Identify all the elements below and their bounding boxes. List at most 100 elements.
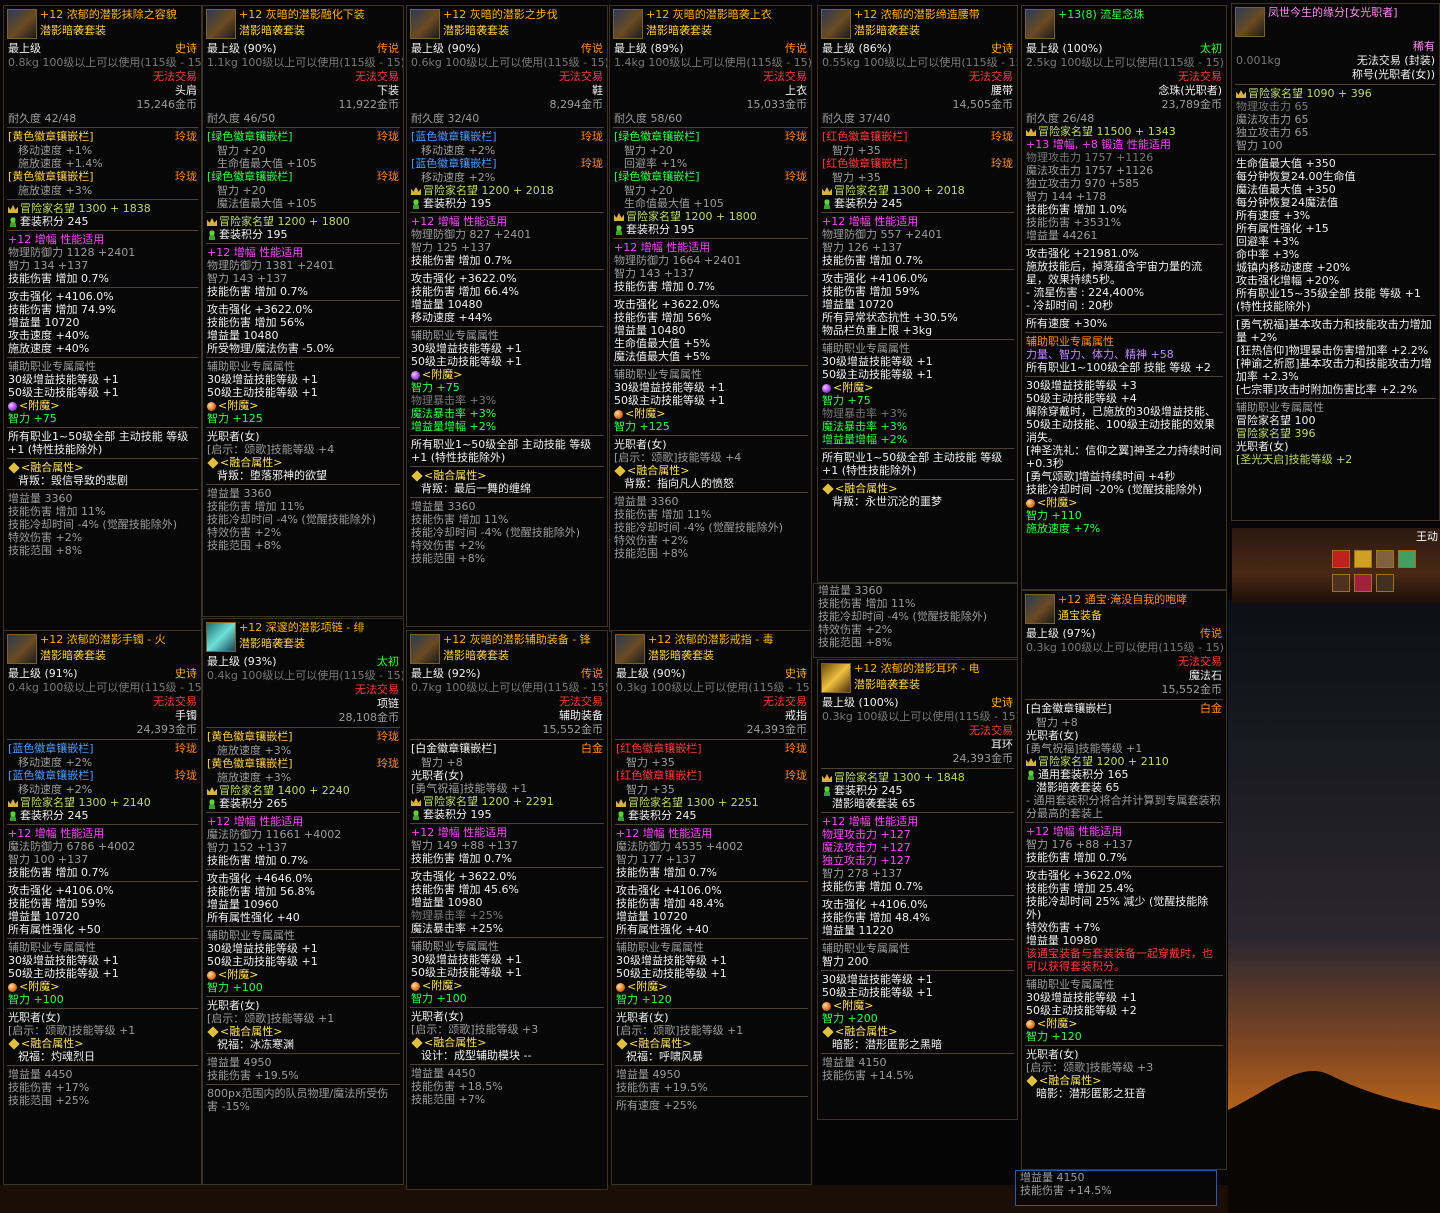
stat-line: 技能伤害 增加 48.4% — [818, 911, 1017, 924]
fusion-label: <融合属性> — [407, 469, 607, 482]
item-name: +12 浓郁的潜影缔造腰带 — [854, 8, 980, 21]
line-text: 攻击强化 +21981.0% — [1026, 247, 1139, 260]
stat-line: 50级主动技能等级 +1 — [4, 967, 201, 980]
stat-line: 独立攻击力 +127 — [818, 854, 1017, 867]
quick-slot-item[interactable] — [1354, 550, 1372, 568]
class-label: 光职者(女) — [1022, 729, 1226, 742]
line-text: 智力 +100 — [8, 993, 64, 1006]
stat-line: 攻击速度 +40% — [4, 329, 201, 342]
line-text: +12 增幅 性能适用 — [207, 246, 304, 259]
socket-stat: 智力 +20 — [610, 184, 811, 197]
stat-line: 攻击强化增幅 +20% — [1232, 274, 1439, 287]
quick-slot-bar: 王动 — [1232, 528, 1440, 604]
line-text: 耐久度 32/40 — [411, 112, 480, 125]
quick-slot-item[interactable] — [1376, 550, 1394, 568]
line-text: 物理暴击率 +3% — [822, 407, 908, 420]
crown-icon — [207, 787, 217, 795]
separator — [821, 1053, 1014, 1054]
stat-line: 解除穿戴时，已施放的30级增益技能、50级主动技能、100级主动技能的效果消失。 — [1022, 405, 1226, 444]
quick-slot-item[interactable] — [1332, 550, 1350, 568]
line-text: <附魔> — [218, 399, 259, 412]
stat-line: 智力 125 +137 — [407, 241, 607, 254]
price-label: 8,294金币 — [407, 98, 607, 112]
socket-stat: 智力 +20 — [203, 184, 403, 197]
line-text: 智力 278 +137 — [822, 867, 903, 880]
line-text: 增益量增幅 +2% — [411, 420, 497, 433]
line-text: 该通宝装备与套装装备一起穿戴时，也可以获得套装积分。 — [1026, 947, 1213, 973]
line-text: 施放速度 +40% — [8, 342, 90, 355]
line-text: 施放速度 +1.4% — [18, 157, 103, 170]
separator — [7, 127, 198, 128]
grade-row: 最上级 (100%) 太初 — [1022, 42, 1226, 56]
line-text: 智力 +100 — [207, 981, 263, 994]
stat-line: 物理防御力 1664 +2401 — [610, 254, 811, 267]
line-text: 50级主动技能等级 +1 — [616, 967, 727, 980]
socket-row: [白金徽章镶嵌栏] 白金 — [1022, 702, 1226, 716]
section-title: 辅助职业专属属性 — [818, 342, 1017, 355]
separator — [206, 127, 400, 128]
quick-slot-item[interactable] — [1376, 574, 1394, 592]
quick-slot-item[interactable] — [1354, 574, 1372, 592]
line-text: 智力 149 +88 +137 — [411, 839, 518, 852]
line-text: 所有职业15~35级全部 技能 等级 +1 (特性技能除外) — [1236, 287, 1421, 313]
stat-line: 智力 134 +137 — [4, 259, 201, 272]
untradable-label: 无法交易 — [4, 70, 201, 84]
separator — [1025, 244, 1223, 245]
socket-row: [黄色徽章镶嵌栏] 玲珑 — [203, 757, 403, 771]
separator — [615, 824, 808, 825]
line-text: 光职者(女) — [1026, 729, 1079, 742]
amplify-label: +12 增幅 性能适用 — [407, 826, 607, 839]
stat-line: 50级主动技能等级 +1 — [407, 966, 607, 979]
set-points-label: 套装积分 265 — [203, 797, 403, 810]
line-text: 背叛：永世沉沦的噩梦 — [832, 495, 942, 508]
orange-orb-icon — [411, 981, 420, 991]
quick-slot-item[interactable] — [1398, 550, 1416, 568]
people-icon — [822, 786, 832, 796]
line-text: 生命值最大值 +105 — [624, 197, 724, 210]
row-label: 最上级 (100%) — [1026, 42, 1103, 55]
line-text: 套装积分 245 — [834, 197, 903, 210]
line-text: 所有属性强化 +40 — [207, 911, 300, 924]
stat-line: 技能冷却时间 -4% (觉醒技能除外) — [814, 610, 1017, 623]
socket-stat: 回避率 +1% — [610, 157, 811, 170]
item-name: +12 浓郁的潜影耳环 - 电 — [854, 662, 980, 675]
stat-line: 增益量 10720 — [4, 910, 201, 923]
row-label: [蓝色徽章镶嵌栏] — [411, 130, 497, 143]
tooltip-header: +12 深邃的潜影项链 - 绯潜影暗袭套装 — [203, 619, 403, 655]
line-text: 30级增益技能等级 +3 — [1026, 379, 1137, 392]
line-text: 技能伤害 增加 0.7% — [822, 254, 923, 267]
line-text: 智力 +20 — [624, 144, 673, 157]
stat-line: 所受物理/魔法伤害 -5.0% — [203, 342, 403, 355]
line-text: 攻击强化 +4106.0% — [822, 898, 928, 911]
stat-line: 技能伤害 +17% — [4, 1081, 201, 1094]
purple-orb-icon — [822, 383, 831, 393]
section-title: 辅助职业专属属性 — [4, 941, 201, 954]
row-value: 8,294金币 — [549, 98, 604, 111]
line-text: 智力 +75 — [411, 381, 460, 394]
line-text: 技能伤害 增加 0.7% — [411, 254, 512, 267]
line-text: 所有速度 +25% — [616, 1099, 698, 1112]
class-label: 光职者(女) — [203, 430, 403, 443]
line-text: [启示：颂歌]技能等级 +1 — [616, 1024, 744, 1037]
socket-stat: 魔法值最大值 +105 — [203, 197, 403, 210]
skill-line: [启示：颂歌]技能等级 +4 — [203, 443, 403, 456]
socket-stat: 智力 +35 — [818, 171, 1017, 184]
fusion-label: <融合属性> — [4, 461, 201, 474]
row-value: 玲珑 — [581, 130, 603, 143]
stat-line: 技能伤害 增加 56% — [610, 311, 811, 324]
enchant-label: <附魔> — [1022, 496, 1226, 509]
fusion-label: <融合属性> — [818, 482, 1017, 495]
stat-line: 生命值最大值 +5% — [610, 337, 811, 350]
line-text: 冒险家名望 1090 + 396 — [1248, 87, 1372, 100]
quick-slot-item[interactable] — [1332, 574, 1350, 592]
grade-row: 最上级 (91%) 史诗 — [4, 667, 201, 681]
line-text: 技能伤害 增加 59% — [822, 285, 920, 298]
line-text: 智力 +35 — [832, 171, 881, 184]
line-text: 魔法攻击力 1757 +1126 — [1026, 164, 1154, 177]
orange-orb-icon — [822, 1001, 831, 1011]
line-text: 命中率 +3% — [1236, 248, 1300, 261]
untradable-label: 无法交易 — [203, 70, 403, 84]
line-text: 技能范围 +25% — [8, 1094, 90, 1107]
row-value: 史诗 — [785, 667, 807, 680]
separator — [613, 238, 808, 239]
